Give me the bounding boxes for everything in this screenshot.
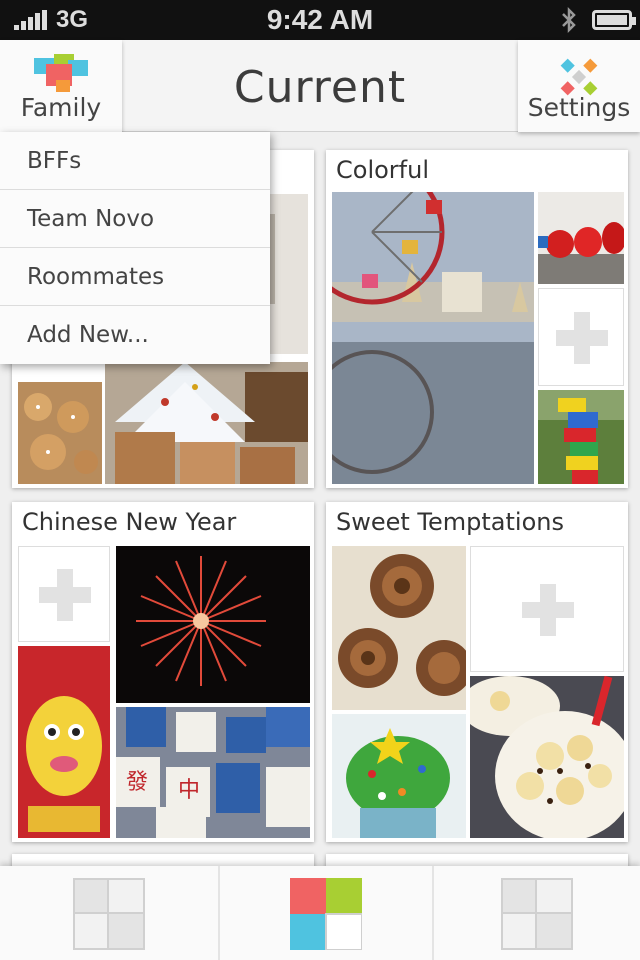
svg-text:發: 發: [126, 770, 148, 795]
mahjong-tiles-photo[interactable]: 中 發: [116, 707, 310, 838]
grid-layout-icon-active: [290, 878, 362, 950]
tab-grid-center[interactable]: [220, 866, 432, 960]
album-card[interactable]: Sweet Temptations: [326, 502, 628, 842]
status-time: 9:42 AM: [266, 4, 374, 35]
tab-grid-right[interactable]: [434, 866, 640, 960]
album-title: Colorful: [336, 156, 429, 184]
grid-layout-icon: [501, 878, 573, 950]
app-header: Family Current Settings: [0, 40, 640, 132]
dropdown-item-add-new[interactable]: Add New...: [0, 306, 270, 364]
dropdown-item-roommates[interactable]: Roommates: [0, 248, 270, 306]
green-cupcake-photo[interactable]: [332, 714, 466, 838]
status-bar: 3G 9:42 AM: [0, 0, 640, 40]
add-photo-button[interactable]: [538, 288, 624, 386]
album-title: Chinese New Year: [22, 508, 237, 536]
cinnamon-rolls-photo[interactable]: [332, 546, 466, 710]
golden-dragon-poster-photo[interactable]: [18, 646, 110, 838]
album-title: Sweet Temptations: [336, 508, 564, 536]
tab-bar: [0, 866, 640, 960]
christmas-tree-gifts-photo[interactable]: [105, 362, 308, 484]
grid-layout-icon: [73, 878, 145, 950]
settings-logo-icon: [560, 58, 598, 96]
dropdown-item-team-novo[interactable]: Team Novo: [0, 190, 270, 248]
red-ducks-photo[interactable]: [538, 192, 624, 284]
bluetooth-icon: [562, 6, 576, 34]
album-card[interactable]: Colorful: [326, 150, 628, 488]
ferris-wheel-lake-photo[interactable]: [332, 192, 534, 484]
battery-icon: [592, 10, 636, 30]
family-button[interactable]: Family: [0, 40, 122, 132]
add-photo-button[interactable]: [470, 546, 624, 672]
family-logo-icon: [34, 54, 88, 92]
lego-tower-photo[interactable]: [538, 390, 624, 484]
banana-chocolate-bowl-photo[interactable]: [470, 676, 624, 838]
add-photo-button[interactable]: [18, 546, 110, 642]
svg-text:中: 中: [178, 778, 200, 803]
album-card[interactable]: Chinese New Year 中 發: [12, 502, 314, 842]
family-dropdown-menu: BFFs Team Novo Roommates Add New...: [0, 132, 270, 364]
gingerbread-cookies-photo[interactable]: [18, 382, 102, 484]
family-button-label: Family: [20, 93, 102, 122]
tab-grid-left[interactable]: [0, 866, 218, 960]
fireworks-photo[interactable]: [116, 546, 310, 703]
dropdown-item-bffs[interactable]: BFFs: [0, 132, 270, 190]
page-title: Current: [233, 62, 407, 113]
